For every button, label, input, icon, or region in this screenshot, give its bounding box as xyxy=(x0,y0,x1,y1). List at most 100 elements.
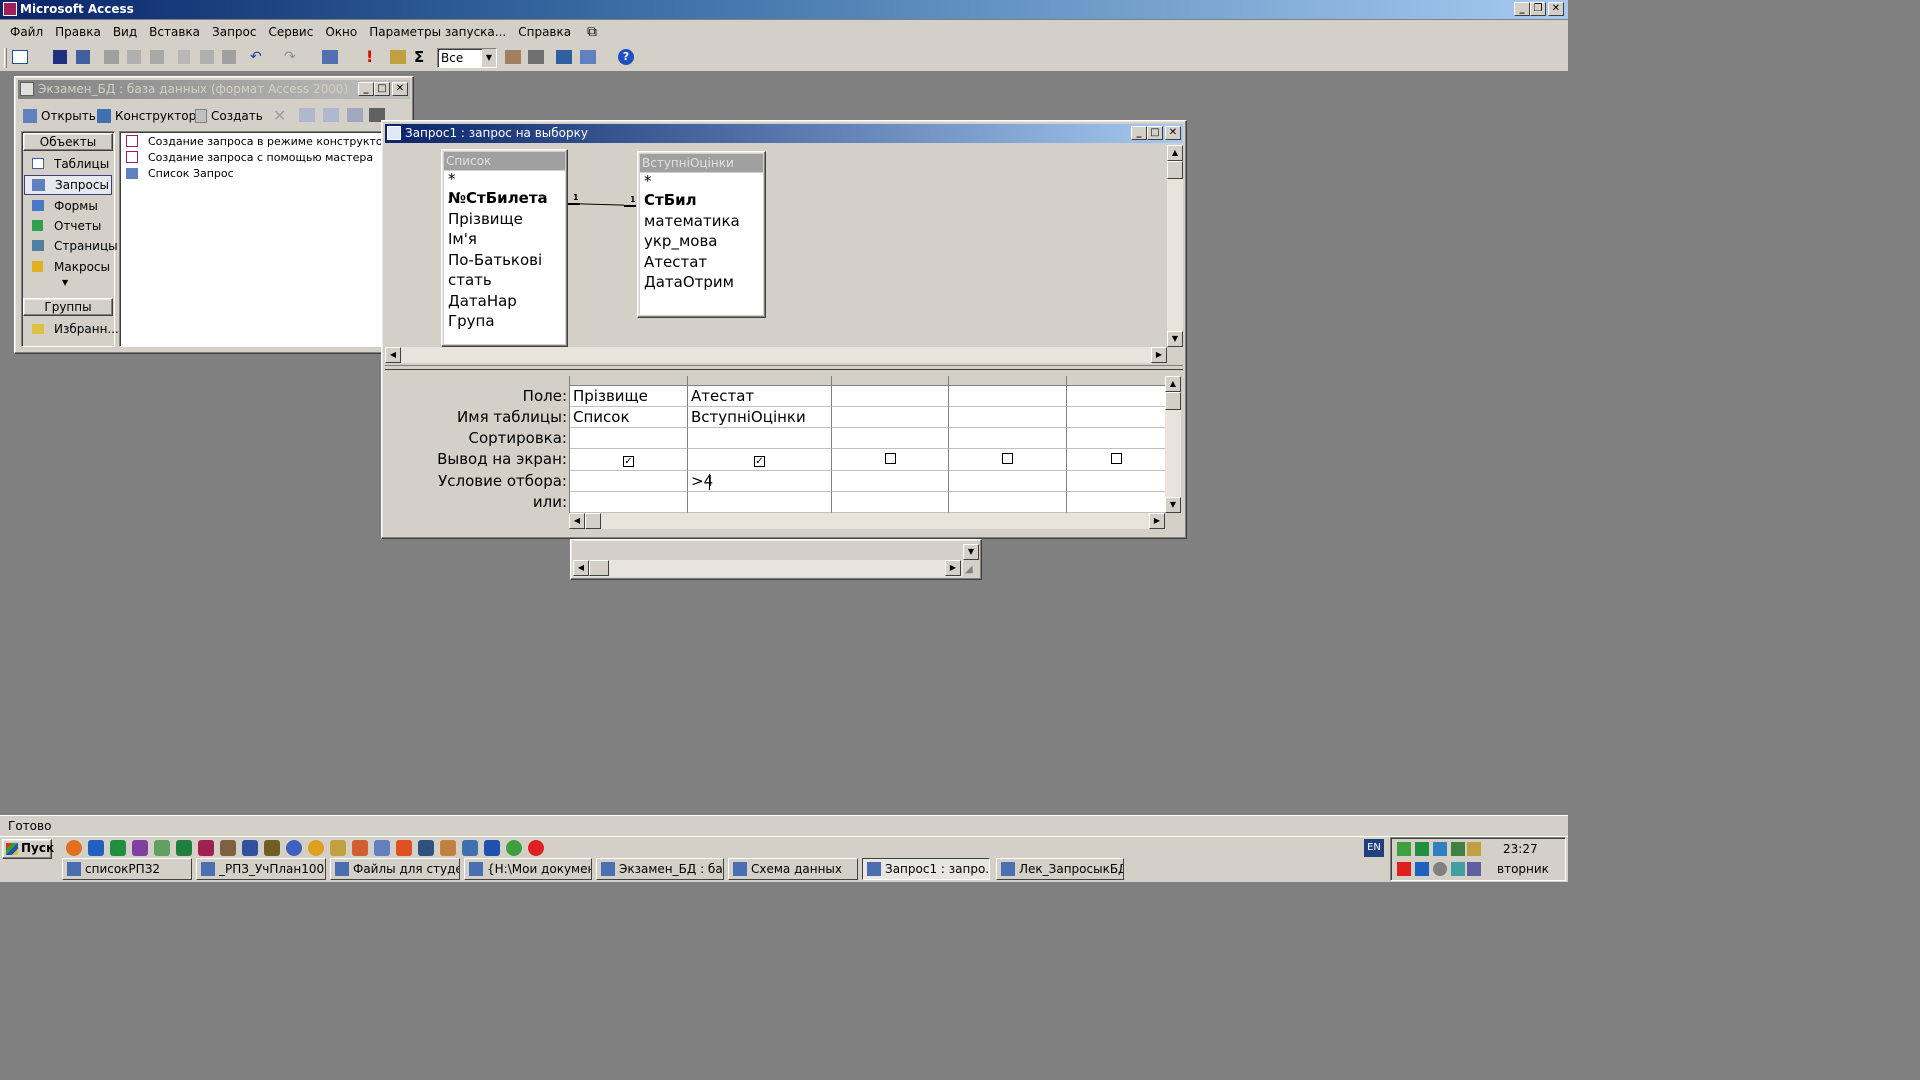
tools-icon[interactable] xyxy=(154,840,170,856)
objects-expand[interactable]: ▼ xyxy=(62,278,68,287)
app-icon[interactable] xyxy=(264,840,280,856)
field-item[interactable]: стать xyxy=(444,270,565,291)
opera-icon[interactable] xyxy=(528,840,544,856)
scroll-left-icon[interactable]: ◀ xyxy=(569,513,585,529)
grid-cell-field[interactable] xyxy=(949,386,1067,407)
show-checkbox[interactable] xyxy=(884,453,896,464)
qbe-vscroll[interactable]: ▲ ▼ xyxy=(1165,376,1181,513)
create-button[interactable]: Создать xyxy=(195,107,263,125)
show-checkbox-cell[interactable] xyxy=(949,449,1067,471)
list-item[interactable]: Создание запроса с помощью мастера xyxy=(124,150,404,166)
object-item-macros[interactable]: Макросы xyxy=(24,257,112,277)
grid-cell-criteria[interactable] xyxy=(832,471,949,492)
tray-icon[interactable] xyxy=(1467,862,1481,876)
users-icon[interactable] xyxy=(440,840,456,856)
taskbar-button[interactable]: Файлы для студе... xyxy=(330,858,460,880)
field-item[interactable]: По-Батькові xyxy=(444,250,565,271)
show-checkbox-cell[interactable] xyxy=(832,449,949,471)
scroll-right-icon[interactable]: ▶ xyxy=(945,560,961,576)
start-button[interactable]: Пуск xyxy=(2,839,54,859)
access-icon[interactable] xyxy=(198,840,214,856)
fragment-vscroll[interactable]: ▼ xyxy=(963,542,979,560)
desktop-icon[interactable] xyxy=(88,840,104,856)
scroll-thumb[interactable] xyxy=(585,513,601,529)
grid-cell-or[interactable] xyxy=(570,492,688,513)
floppy-icon[interactable] xyxy=(242,840,258,856)
scroll-thumb[interactable] xyxy=(1165,392,1181,410)
scroll-down-icon[interactable]: ▼ xyxy=(1167,331,1183,347)
grid-cell-sort[interactable] xyxy=(688,428,832,449)
fragment-hscroll[interactable]: ◀ ▶ xyxy=(573,560,963,577)
taskbar-button[interactable]: Запрос1 : запро... xyxy=(862,858,990,880)
tool4-icon[interactable] xyxy=(352,840,368,856)
menu-edit[interactable]: Правка xyxy=(49,20,107,44)
field-list-spisok[interactable]: Список * №СтБилета Прізвище Ім'я По-Бать… xyxy=(441,149,568,347)
spelling-icon[interactable] xyxy=(150,50,164,64)
tool2-icon[interactable] xyxy=(220,840,236,856)
scroll-up-icon[interactable]: ▲ xyxy=(1165,376,1181,392)
group-item-favorites[interactable]: Избранн... xyxy=(24,319,119,339)
grid-cell-table[interactable] xyxy=(1067,407,1165,428)
menu-startup[interactable]: Параметры запуска... xyxy=(363,20,512,44)
norton-icon[interactable] xyxy=(308,840,324,856)
view-icon[interactable] xyxy=(12,50,28,64)
word-icon[interactable] xyxy=(484,840,500,856)
query-type-icon[interactable] xyxy=(322,50,338,64)
field-item[interactable]: * xyxy=(444,171,565,188)
language-indicator[interactable]: EN xyxy=(1364,839,1384,857)
small-icons-icon[interactable] xyxy=(323,108,339,122)
notepad-icon[interactable] xyxy=(374,840,390,856)
scroll-left-icon[interactable]: ◀ xyxy=(573,560,589,576)
field-item[interactable]: ДатаОтрим xyxy=(640,272,763,293)
build-icon[interactable] xyxy=(528,50,544,64)
tray-icon[interactable] xyxy=(1415,862,1429,876)
column-selector[interactable] xyxy=(688,376,832,386)
pane-splitter[interactable] xyxy=(385,365,1183,370)
tray-icon[interactable] xyxy=(1433,842,1447,856)
rar-icon[interactable] xyxy=(132,840,148,856)
query-restore-button[interactable]: □ xyxy=(1147,126,1163,140)
object-item-forms[interactable]: Формы xyxy=(24,196,112,216)
objects-header[interactable]: Объекты xyxy=(23,133,113,151)
tray-icon[interactable] xyxy=(1397,842,1411,856)
run-icon[interactable]: ! xyxy=(366,49,376,65)
taskbar-button[interactable]: {H:\Мои докумен... xyxy=(464,858,592,880)
tray-icon[interactable] xyxy=(1451,862,1465,876)
show-checkbox-cell[interactable]: ✓ xyxy=(570,449,688,471)
grid-cell-table[interactable]: Список xyxy=(570,407,688,428)
field-item[interactable]: Атестат xyxy=(640,252,763,273)
grid-cell-criteria[interactable] xyxy=(1067,471,1165,492)
show-checkbox[interactable]: ✓ xyxy=(623,456,634,467)
list-item[interactable]: Список Запрос xyxy=(124,166,404,182)
menu-help[interactable]: Справка xyxy=(512,20,577,44)
grid-cell-or[interactable] xyxy=(1067,492,1165,513)
grid-cell-sort[interactable] xyxy=(832,428,949,449)
field-item[interactable]: Ім'я xyxy=(444,229,565,250)
cut-icon[interactable] xyxy=(178,50,190,64)
grid-cell-sort[interactable] xyxy=(1067,428,1165,449)
design-button[interactable]: Конструктор xyxy=(97,107,196,125)
chrome-icon[interactable] xyxy=(506,840,522,856)
help-icon[interactable]: ? xyxy=(618,49,634,65)
object-item-tables[interactable]: Таблицы xyxy=(24,154,112,174)
open-button[interactable]: Открыть xyxy=(23,107,96,125)
excel-icon[interactable] xyxy=(176,840,192,856)
grid-cell-sort[interactable] xyxy=(570,428,688,449)
resize-grip-icon[interactable]: ◢ xyxy=(965,564,979,578)
grid-cell-table[interactable] xyxy=(832,407,949,428)
grid-cell-criteria[interactable] xyxy=(570,471,688,492)
menu-tools[interactable]: Сервис xyxy=(262,20,319,44)
media-icon[interactable] xyxy=(286,840,302,856)
large-icons-icon[interactable] xyxy=(299,108,315,122)
field-list-title[interactable]: ВступніОцінки xyxy=(640,154,763,172)
undo-icon[interactable]: ↶ xyxy=(250,50,264,64)
db-restore-button[interactable]: □ xyxy=(374,82,390,96)
column-selector[interactable] xyxy=(570,376,688,386)
show-checkbox[interactable]: ✓ xyxy=(754,456,765,467)
db-minimize-button[interactable]: _ xyxy=(358,82,374,96)
office-icon[interactable] xyxy=(396,840,412,856)
clock-time[interactable]: 23:27 xyxy=(1503,842,1538,856)
grid-cell-criteria[interactable] xyxy=(949,471,1067,492)
scroll-right-icon[interactable]: ▶ xyxy=(1149,513,1165,529)
scroll-right-icon[interactable]: ▶ xyxy=(1151,347,1167,363)
